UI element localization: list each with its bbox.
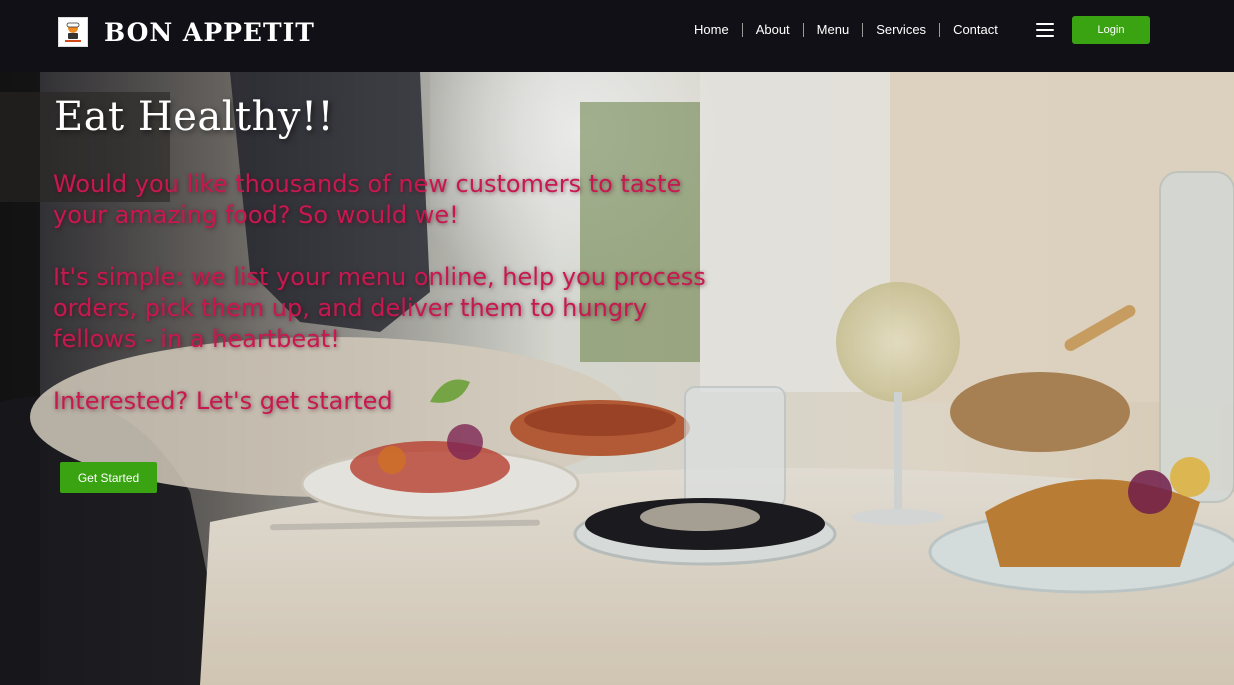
hamburger-menu-icon[interactable]: [1034, 21, 1056, 39]
menu-bar: [1036, 29, 1054, 31]
chef-logo-icon[interactable]: [58, 17, 88, 47]
nav-menu[interactable]: Menu: [804, 19, 863, 41]
menu-bar: [1036, 23, 1054, 25]
hero-paragraph: Would you like thousands of new customer…: [53, 170, 682, 229]
nav-home[interactable]: Home: [681, 19, 742, 41]
menu-bar: [1036, 35, 1054, 37]
brand-name[interactable]: BON APPETIT: [104, 15, 315, 51]
hero-paragraph: It's simple: we list your menu online, h…: [53, 263, 706, 353]
nav-services[interactable]: Services: [863, 19, 939, 41]
hero-section: Eat Healthy!! Would you like thousands o…: [0, 72, 1234, 685]
get-started-button[interactable]: Get Started: [60, 462, 157, 493]
hero-paragraph: Interested? Let's get started: [53, 387, 393, 415]
hero-title: Eat Healthy!!: [54, 94, 335, 140]
navbar: BON APPETIT Home About Menu Services Con…: [0, 0, 1234, 72]
login-button[interactable]: Login: [1072, 16, 1150, 44]
main-nav: Home About Menu Services Contact: [681, 19, 1011, 41]
nav-about[interactable]: About: [743, 19, 803, 41]
restaurant-background-image: [0, 72, 1234, 685]
nav-contact[interactable]: Contact: [940, 19, 1011, 41]
